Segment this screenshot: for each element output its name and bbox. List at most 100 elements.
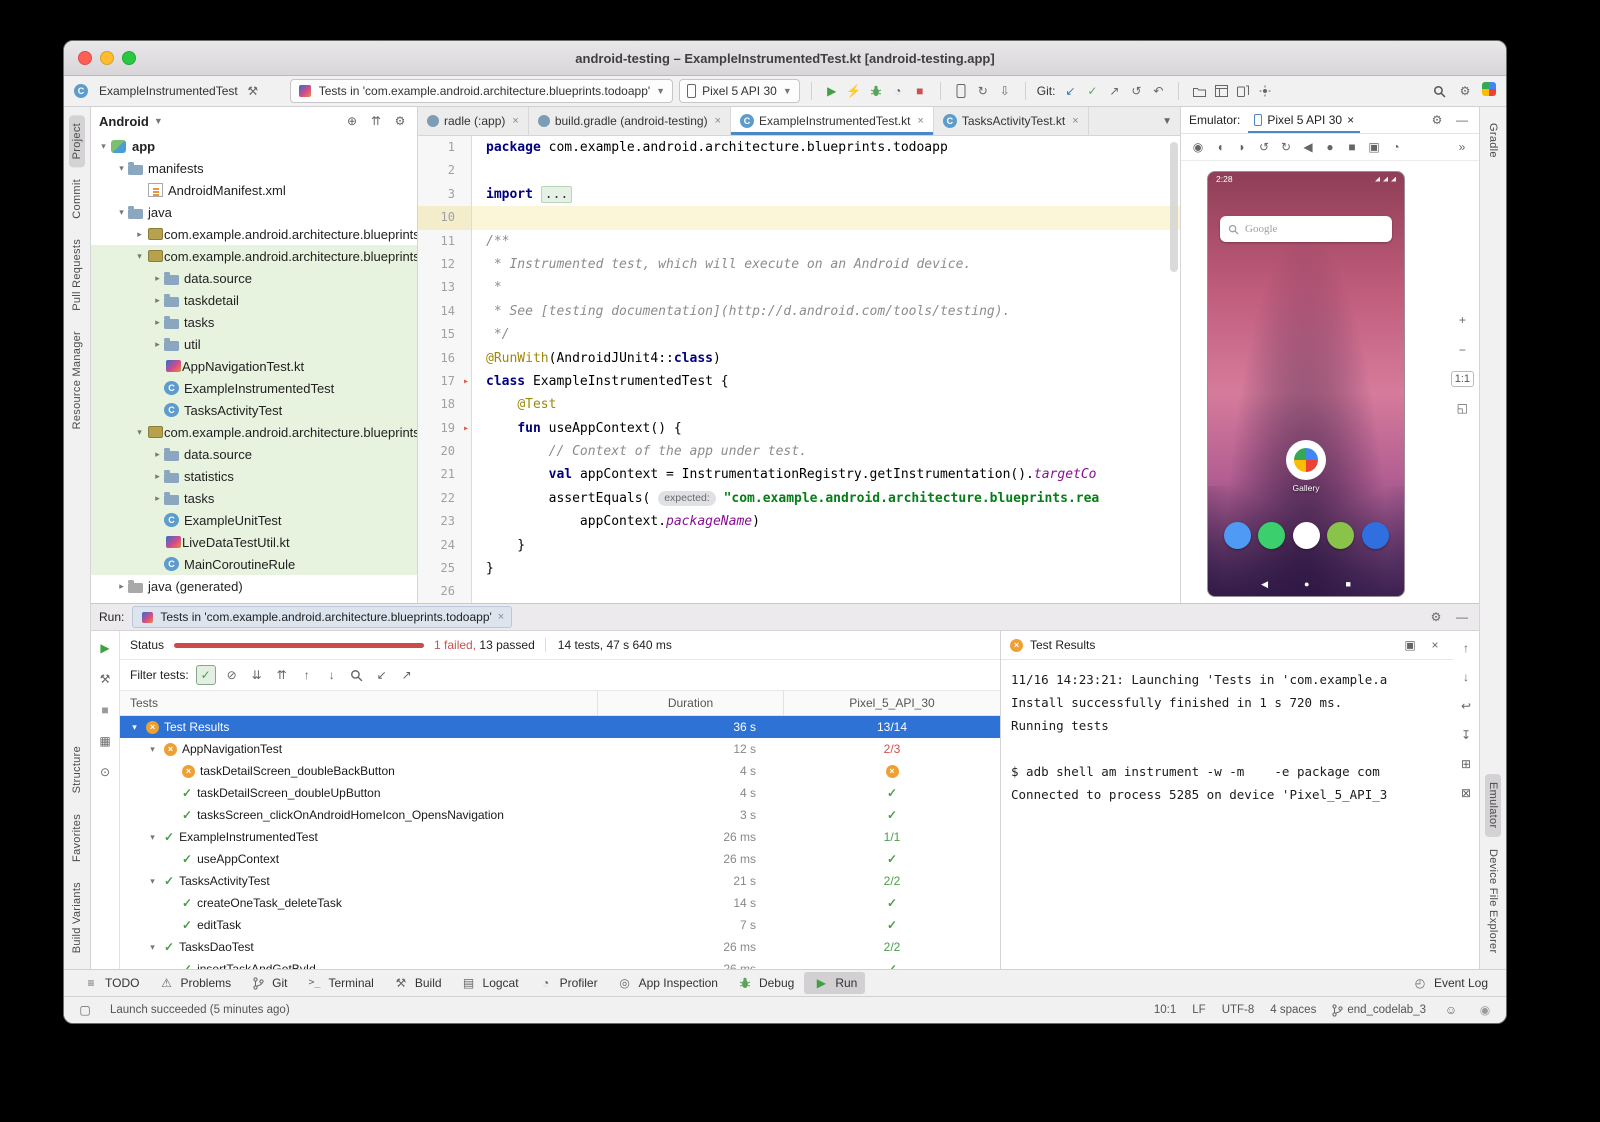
tool-window-button-terminal[interactable]: >_Terminal [297,972,381,994]
tool-window-button-device-file-explorer[interactable]: Device File Explorer [1485,841,1501,961]
close-tab-icon[interactable]: × [1072,115,1078,127]
attach-debugger-icon[interactable] [1256,82,1274,100]
expand-chevron-icon[interactable]: ▸ [151,273,164,284]
editor-tab[interactable]: ExampleInstrumentedTest.kt× [731,107,934,135]
project-tree-item[interactable]: ▸tasks [91,311,417,333]
phone-app-icon[interactable] [1224,522,1251,549]
code-line[interactable]: 20 // Context of the app under test. [418,440,1180,463]
settings-icon[interactable]: ⚙ [1428,111,1446,129]
code-line[interactable]: 2 [418,159,1180,182]
play-icon[interactable]: ▶ [823,82,841,100]
code-line[interactable]: 1package com.example.android.architectur… [418,136,1180,159]
project-tree-item[interactable]: ExampleInstrumentedTest [91,377,417,399]
messages-app-icon[interactable] [1258,522,1285,549]
git-branch-widget[interactable]: end_codelab_3 [1332,1004,1426,1017]
git-commit-icon[interactable]: ✓ [1083,82,1101,100]
column-device[interactable]: Pixel_5_API_30 [783,691,1000,715]
editor-tab[interactable]: build.gradle (android-testing)× [529,107,731,135]
volume-down-icon[interactable]: ◗ [1233,138,1251,156]
code-line[interactable]: 26 [418,580,1180,603]
back-icon[interactable]: ◀ [1299,138,1317,156]
emulator-screen[interactable]: 2:28 Google [1207,171,1405,597]
arrow-up-icon[interactable]: ↑ [298,666,316,684]
minimize-icon[interactable]: — [1453,608,1471,626]
project-tree-item[interactable]: TasksActivityTest [91,399,417,421]
code-editor[interactable]: 1package com.example.android.architectur… [418,136,1180,603]
test-result-row[interactable]: ✓taskDetailScreen_doubleUpButton4 s✓ [120,782,1000,804]
screenshot-icon[interactable]: ▣ [1365,138,1383,156]
code-line[interactable]: 23 appContext.packageName) [418,510,1180,533]
expand-chevron-icon[interactable]: ▾ [115,163,128,174]
wrench-icon[interactable]: ⚒ [96,670,114,688]
soft-wrap-icon[interactable]: ↩ [1457,697,1475,715]
overview-icon[interactable]: ■ [1343,138,1361,156]
print-icon[interactable]: ⊞ [1457,755,1475,773]
test-result-row[interactable]: ✓editTask7 s✓ [120,914,1000,936]
column-duration[interactable]: Duration [597,691,783,715]
close-icon[interactable]: × [1347,113,1354,127]
volume-up-icon[interactable]: ◖ [1211,138,1229,156]
run-configuration-select[interactable]: Tests in 'com.example.android.architectu… [290,79,673,103]
project-view-select[interactable]: Android ▼ [99,114,163,129]
test-result-row[interactable]: ▾✓TasksActivityTest21 s2/2 [120,870,1000,892]
tool-window-button-project[interactable]: Project [69,115,85,167]
snapshots-icon[interactable]: ◔ [1387,138,1405,156]
collapse-all-icon[interactable]: ⇈ [273,666,291,684]
expand-chevron-icon[interactable]: ▾ [146,876,159,887]
gradle-sync-icon[interactable]: ↻ [974,82,992,100]
rotate-left-icon[interactable]: ↺ [1255,138,1273,156]
tool-window-button-debug[interactable]: Debug [728,972,802,994]
expand-chevron-icon[interactable]: ▸ [133,229,146,240]
column-tests[interactable]: Tests [120,691,597,715]
project-tree-item[interactable]: ▸statistics [91,465,417,487]
zoom-out-icon[interactable]: − [1453,341,1471,359]
project-tree-item[interactable]: ▸util [91,333,417,355]
code-line[interactable]: 25} [418,557,1180,580]
tool-window-button-favorites[interactable]: Favorites [69,806,85,870]
navbar-class[interactable]: ExampleInstrumentedTest [99,84,238,98]
device-manager-icon[interactable] [952,82,970,100]
open-project-icon[interactable] [1190,82,1208,100]
git-rollback-icon[interactable]: ↶ [1149,82,1167,100]
expand-chevron-icon[interactable]: ▸ [115,581,128,592]
tool-window-button-profiler[interactable]: ◔Profiler [529,972,606,994]
import-icon[interactable]: ↙ [373,666,391,684]
profile-icon[interactable]: ◔ [889,82,907,100]
device-mirror-icon[interactable] [1234,82,1252,100]
rotate-right-icon[interactable]: ↻ [1277,138,1295,156]
export-icon[interactable]: ↗ [398,666,416,684]
maps-app-icon[interactable] [1293,522,1320,549]
test-result-row[interactable]: ✓tasksScreen_clickOnAndroidHomeIcon_Open… [120,804,1000,826]
tool-window-button-git[interactable]: Git [241,972,295,994]
editor-scrollbar[interactable] [1170,142,1178,272]
trash-icon[interactable]: ⊠ [1457,784,1475,802]
tool-window-button-build[interactable]: ⚒Build [384,972,450,994]
emulator-device-tab[interactable]: Pixel 5 API 30 × [1248,107,1360,133]
scroll-end-icon[interactable]: ↧ [1457,726,1475,744]
tool-window-button-problems[interactable]: ⚠Problems [149,972,239,994]
close-icon[interactable]: × [498,611,504,623]
code-line[interactable]: 15 */ [418,323,1180,346]
test-result-row[interactable]: ▾×AppNavigationTest12 s2/3 [120,738,1000,760]
minimize-window-button[interactable] [100,51,114,65]
zoom-window-button[interactable] [122,51,136,65]
close-icon[interactable]: × [1426,636,1444,654]
project-tree-item[interactable]: ▸data.source [91,443,417,465]
hammer-icon[interactable]: ⚒ [244,82,262,100]
expand-chevron-icon[interactable]: ▸ [151,317,164,328]
project-tree-item[interactable]: ▸java (generated) [91,575,417,597]
test-history-icon[interactable] [348,666,366,684]
code-line[interactable]: 12 * Instrumented test, which will execu… [418,253,1180,276]
test-result-row[interactable]: ×taskDetailScreen_doubleBackButton4 s× [120,760,1000,782]
project-tree-item[interactable]: ▾java [91,201,417,223]
expand-chevron-icon[interactable]: ▸ [151,493,164,504]
editor-tab[interactable]: TasksActivityTest.kt× [934,107,1089,135]
test-result-row[interactable]: ▾✓TasksDaoTest26 ms2/2 [120,936,1000,958]
project-tree-item[interactable]: MainCoroutineRule [91,553,417,575]
zoom-reset-button[interactable]: 1:1 [1451,371,1474,387]
settings-icon[interactable]: ⚙ [1456,82,1474,100]
play-app-icon[interactable] [1327,522,1354,549]
debug-icon[interactable] [867,82,885,100]
project-tree-item[interactable]: AndroidManifest.xml [91,179,417,201]
test-result-row[interactable]: ✓createOneTask_deleteTask14 s✓ [120,892,1000,914]
